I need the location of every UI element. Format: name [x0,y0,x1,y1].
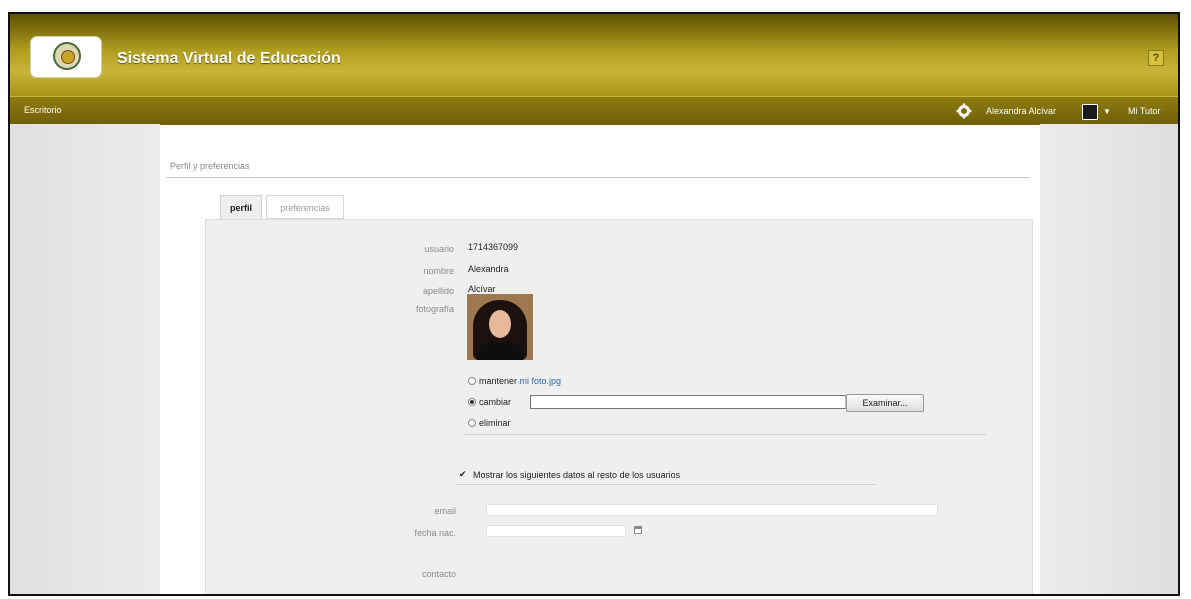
profile-panel: usuario 1714367099 nombre Alexandra apel… [205,219,1033,594]
birthdate-label: fecha nac. [414,528,456,538]
contact-label: contacto [421,569,456,579]
nav-bar: Escritorio Alexandra Alcívar ▼ Mi Tutor [10,96,1178,125]
my-tutor-link[interactable]: Mi Tutor [1128,106,1161,116]
user-name[interactable]: Alexandra Alcívar [986,106,1056,116]
nombre-value: Alexandra [468,264,509,274]
usuario-label: usuario [424,244,454,254]
usuario-value: 1714367099 [468,242,519,252]
chevron-down-icon[interactable]: ▼ [1103,107,1111,116]
divider [464,434,986,435]
email-label: email [434,506,456,516]
divider [456,484,876,485]
browse-button[interactable]: Examinar... [846,394,924,412]
tab-preferencias[interactable]: preferencias [266,195,344,219]
app-title: Sistema Virtual de Educación [117,50,341,67]
desktop-link[interactable]: Escritorio [24,105,62,115]
tab-perfil[interactable]: perfil [220,195,262,219]
logo[interactable] [30,36,102,78]
show-data-checkbox[interactable]: ✔ [459,470,468,479]
keep-photo-option: mantener mi foto.jpg [479,376,561,386]
keep-photo-radio[interactable] [468,377,476,385]
fotografia-label: fotografía [415,304,454,314]
page-title: Perfil y preferencias [170,161,250,171]
app-window: Sistema Virtual de Educación ? Escritori… [8,12,1180,596]
email-field[interactable] [486,504,938,516]
divider [166,177,1030,178]
help-icon[interactable]: ? [1148,50,1164,66]
user-avatar[interactable] [1082,104,1098,120]
change-photo-label: cambiar [479,397,512,407]
nombre-label: nombre [423,266,454,276]
profile-photo [467,294,533,360]
current-photo-link[interactable]: mi foto.jpg [520,376,562,386]
keep-photo-label: mantener [479,376,518,386]
gear-icon[interactable] [956,103,972,119]
photo-file-input[interactable] [530,395,846,409]
apellido-value: Alcívar [468,284,496,294]
top-header: Sistema Virtual de Educación ? [10,14,1178,96]
apellido-label: apellido [422,286,454,296]
main-content: Perfil y preferencias perfil preferencia… [160,125,1040,594]
delete-photo-label: eliminar [479,418,511,428]
seal-icon [53,42,81,70]
right-margin [1040,124,1178,594]
left-margin [10,124,160,594]
birthdate-field[interactable] [486,525,626,537]
change-photo-radio[interactable] [468,398,476,406]
show-data-label: Mostrar los siguientes datos al resto de… [473,470,681,480]
delete-photo-radio[interactable] [468,419,476,427]
calendar-icon[interactable] [634,526,642,534]
